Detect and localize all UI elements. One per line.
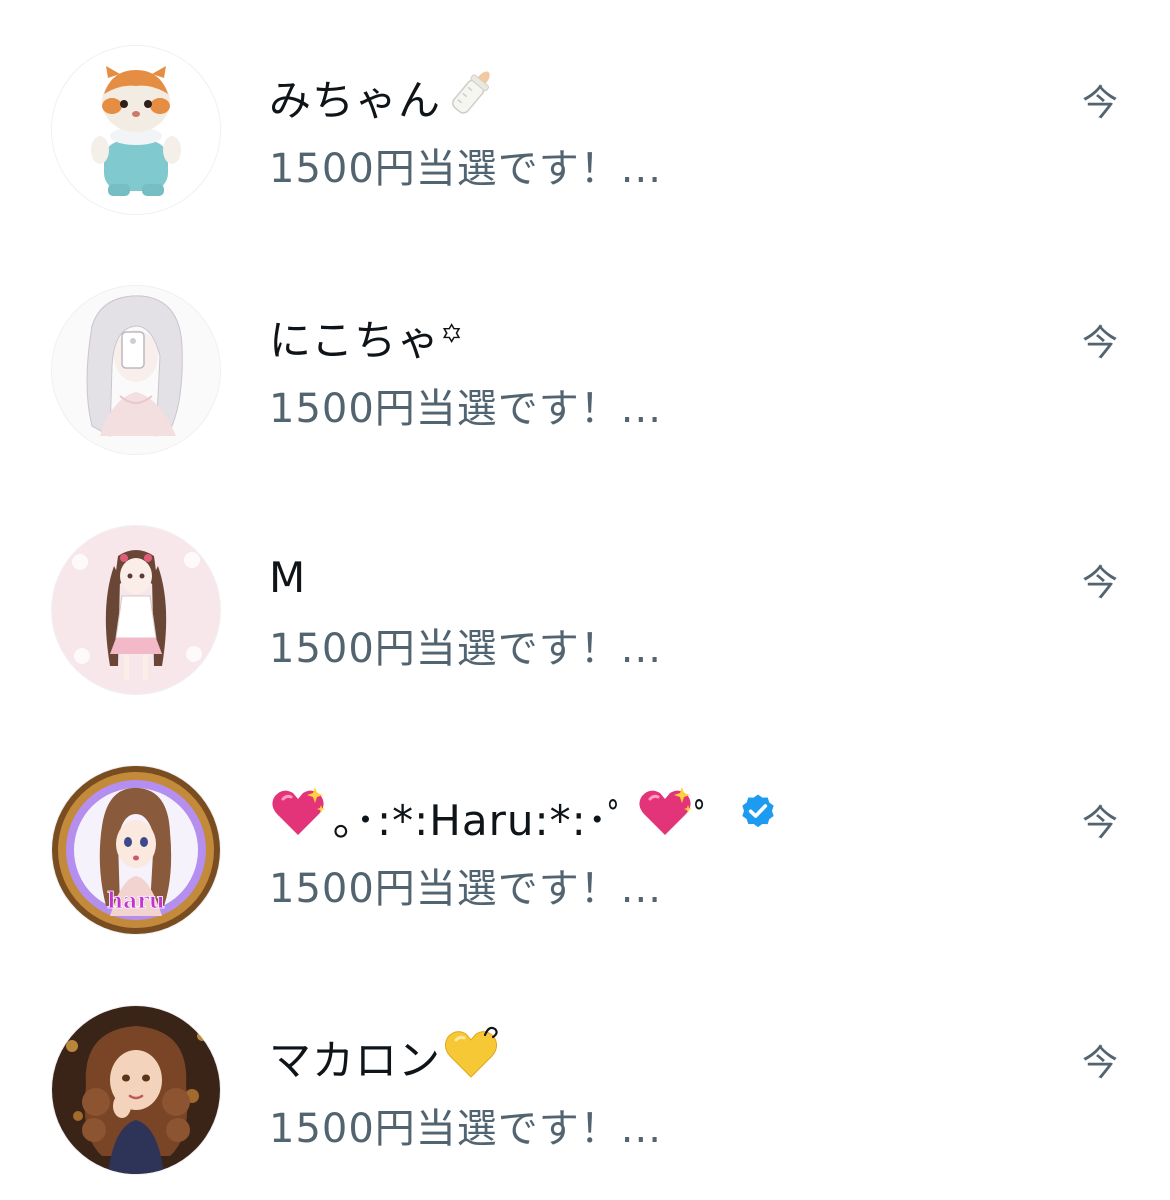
sparkling-heart-icon [269, 783, 327, 851]
timestamp: 今 [1081, 323, 1118, 364]
message-preview: 1500円当選です！... [269, 386, 662, 432]
message-preview: 1500円当選です！... [269, 866, 662, 912]
conversation-name: にこちゃ꙳ [269, 315, 465, 365]
conversation-name: M [269, 552, 307, 602]
timestamp: 今 [1081, 563, 1118, 604]
avatar[interactable]: haru [52, 766, 220, 934]
avatar[interactable] [52, 286, 220, 454]
message-preview: 1500円当選です！... [269, 1106, 662, 1152]
conversation-item[interactable]: にこちゃ꙳ 1500円当選です！... 今 [0, 240, 1170, 480]
anime-girl-sketch-avatar [52, 286, 220, 454]
sparkling-heart-icon [636, 783, 694, 851]
timestamp: 今 [1081, 83, 1118, 124]
haru-anime-avatar: haru [52, 766, 220, 934]
avatar[interactable] [52, 46, 220, 214]
conversation-name: ｡･:*:Haru:*:･ﾟ ﾟ [269, 786, 778, 848]
curly-hair-woman-avatar [52, 1006, 220, 1174]
avatar[interactable] [52, 1006, 220, 1174]
timestamp: 今 [1081, 803, 1118, 844]
message-preview: 1500円当選です！... [269, 146, 662, 192]
baby-bottle-icon [443, 63, 501, 131]
conversation-name: マカロン [269, 1026, 501, 1088]
avatar[interactable] [52, 526, 220, 694]
verified-badge-icon [738, 792, 778, 842]
conversation-item[interactable]: みちゃん 1500円当選です！... 今 [0, 0, 1170, 240]
message-preview: 1500円当選です！... [269, 626, 662, 672]
conversation-list: みちゃん 1500円当選です！... 今 にこちゃ꙳ 1500円当選です！...… [0, 0, 1170, 1197]
yellow-heart-icon [443, 1023, 501, 1091]
avatar-text: haru [107, 888, 165, 914]
conversation-item[interactable]: haru ｡･:*:Haru:*:･ﾟ ﾟ 1500円当選です！... 今 [0, 720, 1170, 960]
timestamp: 今 [1081, 1043, 1118, 1084]
kitten-figure-avatar [52, 46, 220, 214]
twintail-girl-avatar [52, 526, 220, 694]
conversation-name: みちゃん [269, 66, 501, 128]
conversation-item[interactable]: マカロン 1500円当選です！... 今 [0, 960, 1170, 1200]
conversation-item[interactable]: M 1500円当選です！... 今 [0, 480, 1170, 720]
